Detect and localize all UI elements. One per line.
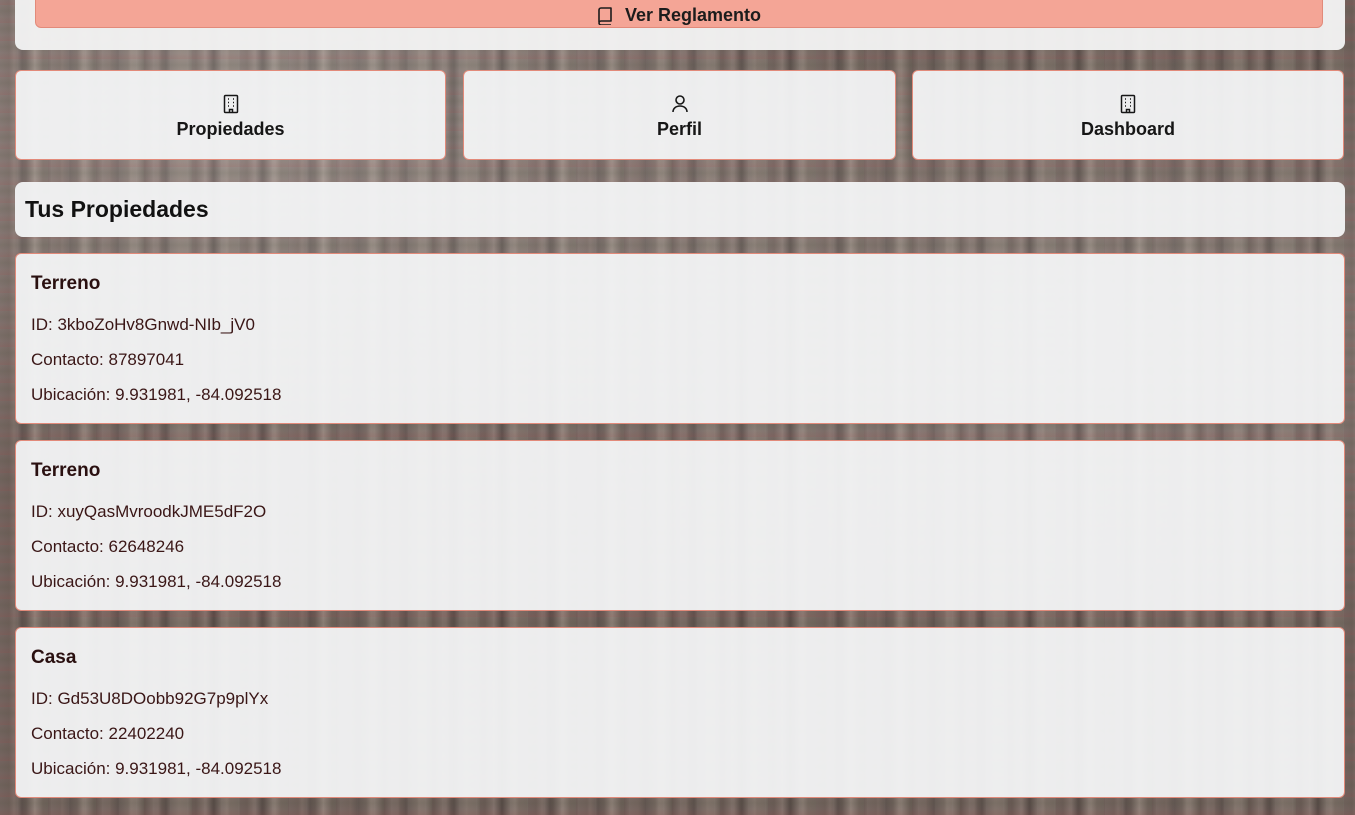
property-contact: Contacto: 22402240 [31, 724, 185, 743]
nav-card-properties-label: Propiedades [176, 118, 285, 139]
nav-card-dashboard[interactable]: Dashboard [912, 70, 1344, 160]
property-card[interactable]: Terreno ID: 3kboZoHv8Gnwd-NIb_jV0 Contac… [15, 253, 1345, 424]
property-id: ID: 3kboZoHv8Gnwd-NIb_jV0 [31, 315, 255, 334]
nav-card-dashboard-label: Dashboard [1080, 118, 1176, 139]
property-contact: Contacto: 87897041 [31, 350, 185, 369]
property-location: Ubicación: 9.931981, -84.092518 [31, 385, 282, 404]
property-location: Ubicación: 9.931981, -84.092518 [31, 759, 282, 778]
section-header: Tus Propiedades [15, 182, 1345, 237]
building-icon [223, 93, 239, 115]
property-card[interactable]: Casa ID: Gd53U8DOobb92G7p9plYx Contacto:… [15, 627, 1345, 798]
nav-card-profile[interactable]: Perfil [463, 70, 896, 160]
property-location: Ubicación: 9.931981, -84.092518 [31, 572, 282, 591]
rules-panel: Ver Reglamento [15, 0, 1345, 50]
nav-card-profile-label: Perfil [656, 118, 703, 139]
section-title: Tus Propiedades [25, 196, 209, 222]
property-id: ID: xuyQasMvroodkJME5dF2O [31, 502, 267, 521]
view-rules-label: Ver Reglamento [624, 5, 762, 25]
property-name: Terreno [31, 273, 101, 294]
nav-card-properties[interactable]: Propiedades [15, 70, 446, 160]
property-name: Casa [31, 647, 77, 668]
property-contact: Contacto: 62648246 [31, 537, 185, 556]
property-name: Terreno [31, 460, 101, 481]
view-rules-button[interactable]: Ver Reglamento [35, 0, 1323, 28]
property-card[interactable]: Terreno ID: xuyQasMvroodkJME5dF2O Contac… [15, 440, 1345, 611]
building-icon [1120, 93, 1136, 115]
user-icon [671, 93, 689, 115]
book-icon [597, 7, 613, 25]
property-id: ID: Gd53U8DOobb92G7p9plYx [31, 689, 269, 708]
